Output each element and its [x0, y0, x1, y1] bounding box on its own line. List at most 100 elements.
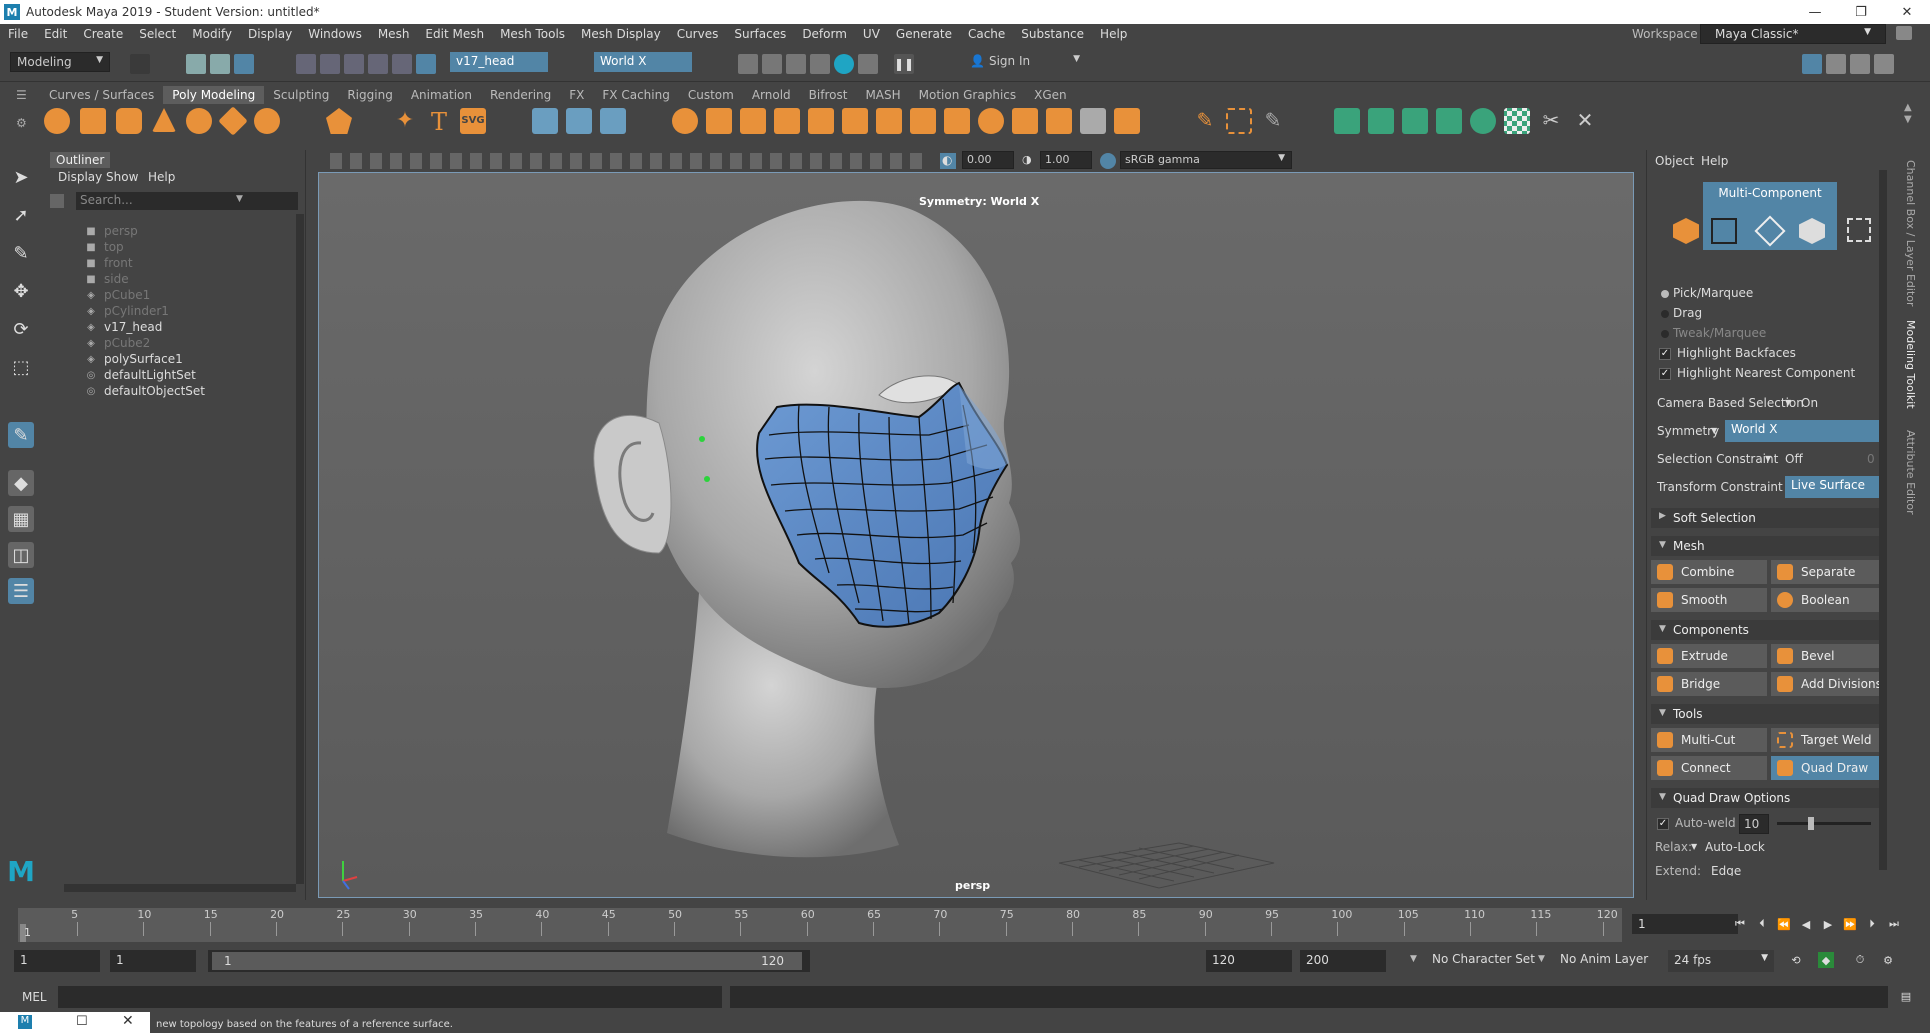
outliner-menu-display[interactable]: Display [58, 170, 102, 184]
new-scene-icon[interactable] [130, 54, 150, 74]
extend-value[interactable]: Edge [1711, 864, 1741, 876]
mel-label[interactable]: MEL [22, 990, 47, 1004]
fps-dropdown[interactable]: 24 fps ▼ [1668, 950, 1774, 972]
exposure-field[interactable]: 0.00 [962, 151, 1014, 169]
menu-edit-mesh[interactable]: Edit Mesh [417, 27, 492, 41]
combine-button[interactable]: Combine [1651, 560, 1767, 584]
multi-cut-icon[interactable]: ✎ [1192, 108, 1218, 134]
anim-end-field[interactable]: 200 [1300, 950, 1386, 972]
menu-substance[interactable]: Substance [1013, 27, 1092, 41]
chevron-down-icon[interactable]: ▼ [1711, 426, 1717, 435]
lasso-tool-icon[interactable]: ➚ [8, 202, 34, 228]
bridge-icon[interactable] [910, 108, 936, 134]
shelf-tab-arnold[interactable]: Arnold [743, 86, 800, 104]
viewport-3d[interactable]: Symmetry: World X persp [318, 172, 1634, 898]
outliner-menu-help[interactable]: Help [148, 170, 175, 184]
step-back-frame-icon[interactable]: ⏪ [1776, 916, 1792, 932]
snap-curve-icon[interactable] [320, 54, 340, 74]
auto-weld-checkbox[interactable]: ✓ [1657, 818, 1669, 830]
fill-hole-icon[interactable] [1012, 108, 1038, 134]
command-input[interactable] [58, 986, 722, 1008]
triangulate-icon[interactable] [1046, 108, 1072, 134]
sign-in-button[interactable]: 👤 Sign In ▼ [964, 52, 1086, 72]
extract-icon[interactable] [740, 108, 766, 134]
menu-deform[interactable]: Deform [794, 27, 855, 41]
shelf-tab-fx[interactable]: FX [560, 86, 593, 104]
smooth-button[interactable]: Smooth [1651, 588, 1767, 612]
play-forward-icon[interactable]: ▶ [1820, 916, 1836, 932]
quad-draw-tool-icon[interactable]: ✎ [8, 422, 34, 448]
outliner-horizontal-scrollbar[interactable] [64, 884, 296, 892]
svg-icon[interactable]: SVG [460, 108, 486, 134]
object-mode-icon[interactable] [1673, 218, 1699, 244]
uv-automatic-icon[interactable] [1436, 108, 1462, 134]
select-tool-icon[interactable]: ➤ [8, 164, 34, 190]
poly-cube-icon[interactable] [80, 108, 106, 134]
center-pivot-icon[interactable] [566, 108, 592, 134]
snap-grid-icon[interactable] [296, 54, 316, 74]
render-sequence-icon[interactable] [762, 54, 782, 74]
shelf-tab-rendering[interactable]: Rendering [481, 86, 560, 104]
workspace-dropdown[interactable]: Maya Classic* ▼ [1700, 24, 1886, 44]
transform-constraint-dropdown[interactable]: Live Surface [1785, 476, 1887, 498]
menu-create[interactable]: Create [75, 27, 131, 41]
shelf-tab-poly-modeling[interactable]: Poly Modeling [163, 86, 265, 104]
cut-uv-icon[interactable]: ✂ [1538, 108, 1564, 134]
menu-windows[interactable]: Windows [300, 27, 370, 41]
shelf-tab-mash[interactable]: MASH [856, 86, 909, 104]
shelf-tab-bifrost[interactable]: Bifrost [800, 86, 857, 104]
extrude-icon[interactable] [876, 108, 902, 134]
playback-end-field[interactable]: 120 [1206, 950, 1292, 972]
snap-point-icon[interactable] [344, 54, 364, 74]
render-frame-icon[interactable] [738, 54, 758, 74]
shelf-settings-icon[interactable]: ⚙ [16, 116, 30, 130]
poly-disc-icon[interactable] [254, 108, 280, 134]
anim-start-field[interactable]: 1 [14, 950, 100, 972]
select-component-icon[interactable] [234, 54, 254, 74]
playback-range-bar[interactable]: 1 120 [208, 950, 810, 972]
minimize-button[interactable]: — [1792, 0, 1838, 24]
time-ruler[interactable]: 5 10 15 20 25 30 35 40 45 50 55 60 65 70 75 80 85 90 95 100… [18, 908, 1622, 942]
platonic-solid-icon[interactable] [326, 108, 352, 134]
shelf-tab-xgen[interactable]: XGen [1025, 86, 1076, 104]
outliner-layout-icon[interactable]: ☰ [8, 578, 34, 604]
select-object-icon[interactable] [210, 54, 230, 74]
lock-icon[interactable] [1896, 26, 1912, 40]
symmetry-field[interactable]: World X [594, 52, 692, 72]
components-section-header[interactable]: Components [1651, 620, 1887, 640]
shelf-tab-sculpting[interactable]: Sculpting [264, 86, 338, 104]
shelf-tab-animation[interactable]: Animation [402, 86, 481, 104]
shelf-menu-icon[interactable]: ☰ [16, 88, 30, 102]
auto-weld-slider[interactable] [1777, 817, 1871, 830]
filter-icon[interactable] [50, 194, 64, 208]
menu-cache[interactable]: Cache [960, 27, 1013, 41]
chevron-down-icon[interactable]: ▼ [1691, 842, 1697, 851]
select-hierarchy-icon[interactable] [186, 54, 206, 74]
poly-cylinder-icon[interactable] [116, 108, 142, 134]
step-forward-frame-icon[interactable]: ⏩ [1842, 916, 1858, 932]
scale-tool-icon[interactable]: ⬚ [8, 354, 34, 380]
menu-curves[interactable]: Curves [669, 27, 727, 41]
current-frame-field[interactable]: 1 [1632, 914, 1738, 934]
poly-cone-icon[interactable] [152, 108, 176, 132]
menu-file[interactable]: File [0, 27, 36, 41]
bevel-button[interactable]: Bevel [1771, 644, 1887, 668]
modeling-toolkit-toggle-icon[interactable] [1826, 54, 1846, 74]
smooth-icon[interactable] [774, 108, 800, 134]
menu-set-dropdown[interactable]: Modeling ▼ [10, 52, 110, 72]
channel-box-tab[interactable]: Channel Box / Layer Editor [1904, 160, 1917, 307]
menu-help[interactable]: Help [1092, 27, 1135, 41]
viewport-tool-icons[interactable] [330, 153, 930, 169]
auto-weld-slider-handle[interactable] [1807, 817, 1814, 830]
two-view-layout-icon[interactable]: ◫ [8, 542, 34, 568]
uv-planar-icon[interactable] [1334, 108, 1360, 134]
multi-cut-button[interactable]: Multi-Cut [1651, 728, 1767, 752]
uv-cylindrical-icon[interactable] [1368, 108, 1394, 134]
boolean-button[interactable]: Boolean [1771, 588, 1887, 612]
animation-preferences-icon[interactable]: ⏱ [1852, 952, 1868, 968]
target-weld-button[interactable]: Target Weld [1771, 728, 1887, 752]
minimized-window-bar[interactable]: M ☐ ✕ [0, 1012, 150, 1033]
target-weld-icon[interactable] [1226, 108, 1252, 134]
step-forward-key-icon[interactable]: ⏵ [1864, 916, 1880, 932]
menu-mesh-tools[interactable]: Mesh Tools [492, 27, 573, 41]
